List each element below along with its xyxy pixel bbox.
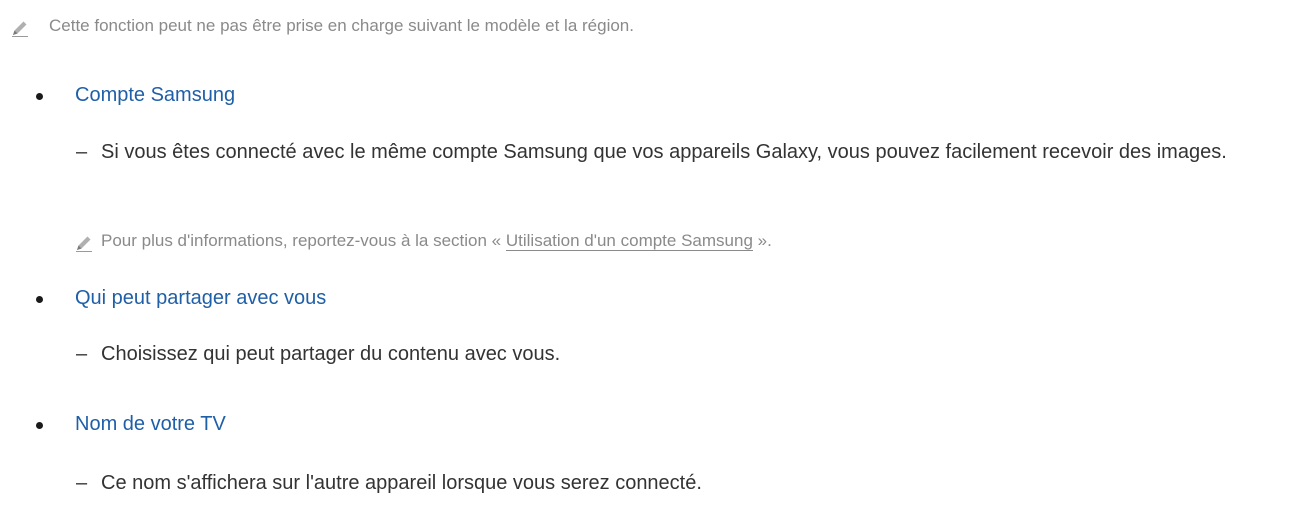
- item-title: Nom de votre TV: [75, 413, 226, 435]
- note-suffix: ».: [757, 231, 772, 250]
- list-item: Compte Samsung: [0, 84, 1304, 112]
- note-prefix: Pour plus d'informations, reportez-vous …: [101, 231, 502, 250]
- item-title: Qui peut partager avec vous: [75, 287, 327, 309]
- dash: –: [76, 343, 88, 365]
- list-item: Nom de votre TV: [0, 413, 1304, 441]
- bullet-icon: [36, 93, 43, 100]
- note: Cette fonction peut ne pas être prise en…: [0, 16, 1304, 40]
- note-text: Cette fonction peut ne pas être prise en…: [49, 16, 634, 35]
- bullet-icon: [36, 296, 43, 303]
- note: Pour plus d'informations, reportez-vous …: [0, 231, 1304, 255]
- list-item: Qui peut partager avec vous: [0, 287, 1304, 315]
- dash: –: [76, 141, 88, 163]
- note-text: Pour plus d'informations, reportez-vous …: [101, 231, 772, 251]
- dash: –: [76, 472, 88, 494]
- item-description: – Choisissez qui peut partager du conten…: [0, 337, 1304, 371]
- pencil-icon: [12, 21, 28, 37]
- pencil-icon: [76, 236, 92, 252]
- description-text: Choisissez qui peut partager du contenu …: [101, 343, 561, 365]
- item-description: – Ce nom s'affichera sur l'autre apparei…: [0, 466, 1304, 500]
- description-text: Ce nom s'affichera sur l'autre appareil …: [101, 472, 702, 494]
- item-title: Compte Samsung: [75, 84, 236, 106]
- bullet-icon: [36, 422, 43, 429]
- description-text: Si vous êtes connecté avec le même compt…: [101, 141, 1227, 163]
- section-link[interactable]: Utilisation d'un compte Samsung: [505, 231, 753, 251]
- item-description: – Si vous êtes connecté avec le même com…: [0, 135, 1304, 207]
